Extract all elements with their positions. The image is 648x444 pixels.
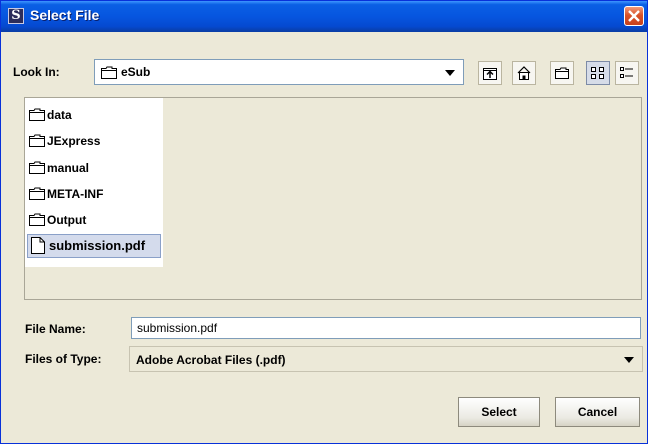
folder-icon: [29, 213, 45, 226]
folder-icon: [29, 161, 45, 174]
list-item-label: manual: [47, 161, 90, 175]
list-item-label: META-INF: [47, 187, 104, 201]
list-item-label: Output: [47, 213, 87, 227]
home-icon: [517, 66, 531, 80]
close-icon: [628, 10, 640, 22]
cancel-button[interactable]: Cancel: [555, 397, 640, 427]
app-icon: S: [8, 8, 24, 24]
folder-icon: [29, 108, 45, 121]
file-type-label: Files of Type:: [25, 352, 102, 366]
list-item-label: submission.pdf: [49, 238, 146, 253]
list-item-label: data: [47, 108, 72, 122]
select-button[interactable]: Select: [458, 397, 540, 427]
look-in-value: eSub: [121, 65, 151, 79]
details-view-button[interactable]: [615, 61, 639, 85]
select-file-dialog: S Select File Look In: eSub data JExpres…: [0, 0, 648, 444]
look-in-label: Look In:: [13, 65, 60, 79]
details-view-icon: [620, 67, 633, 78]
file-type-combo[interactable]: Adobe Acrobat Files (.pdf): [129, 346, 643, 372]
folder-icon: [29, 134, 45, 147]
chevron-down-icon: [445, 70, 455, 76]
title-bar[interactable]: S Select File: [1, 1, 647, 32]
folder-icon: [29, 187, 45, 200]
window-title: Select File: [30, 7, 100, 23]
file-icon: [31, 237, 45, 254]
new-folder-icon: [555, 67, 569, 79]
list-item-label: JExpress: [47, 134, 101, 148]
new-folder-button[interactable]: [550, 61, 574, 85]
list-view-button[interactable]: [586, 61, 610, 85]
file-list-column: data JExpress manual META-INF Output sub…: [25, 98, 163, 267]
list-item-submission-pdf[interactable]: submission.pdf: [27, 234, 161, 258]
file-list[interactable]: data JExpress manual META-INF Output sub…: [24, 97, 642, 300]
look-in-combo[interactable]: eSub: [94, 59, 464, 85]
file-type-value: Adobe Acrobat Files (.pdf): [136, 353, 286, 367]
home-button[interactable]: [512, 61, 536, 85]
list-item-output[interactable]: Output: [29, 209, 159, 231]
list-item-meta-inf[interactable]: META-INF: [29, 183, 159, 205]
list-item-manual[interactable]: manual: [29, 157, 159, 179]
folder-icon: [101, 66, 117, 79]
list-item-data[interactable]: data: [29, 104, 159, 126]
list-item-jexpress[interactable]: JExpress: [29, 130, 159, 152]
file-name-field[interactable]: submission.pdf: [131, 317, 641, 339]
list-view-icon: [591, 67, 604, 79]
file-name-label: File Name:: [25, 322, 86, 336]
up-one-level-icon: [483, 68, 497, 80]
close-button[interactable]: [624, 6, 644, 26]
chevron-down-icon: [624, 357, 634, 363]
up-one-level-button[interactable]: [478, 61, 502, 85]
